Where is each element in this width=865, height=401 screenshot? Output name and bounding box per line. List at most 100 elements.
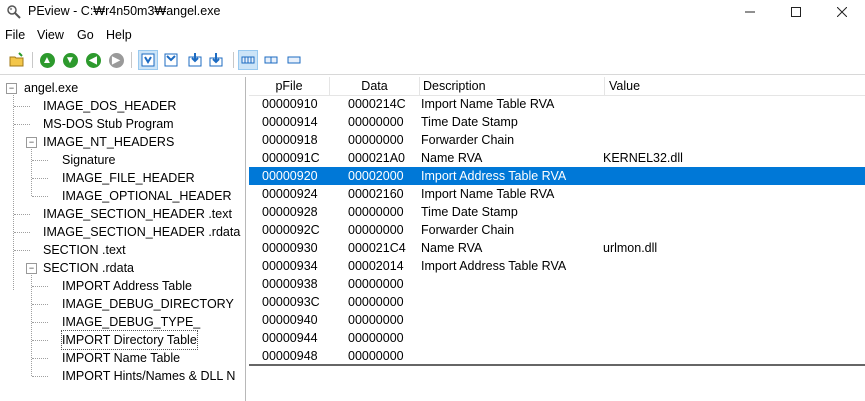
column-header-description[interactable]: Description (420, 77, 605, 95)
cell-data: 00002000 (348, 169, 404, 183)
cell-pfile: 00000920 (262, 169, 318, 183)
cell-pfile: 00000930 (262, 241, 318, 255)
table-row[interactable]: 00000924 00002160 Import Name Table RVA (249, 185, 865, 203)
back-icon[interactable]: ▲ (38, 51, 56, 69)
table-row[interactable]: 00000910 0000214C Import Name Table RVA (249, 95, 865, 113)
cell-pfile: 00000938 (262, 277, 318, 291)
column-header-pfile[interactable]: pFile (249, 77, 330, 95)
table-row-selected[interactable]: 00000920 00002000 Import Address Table R… (249, 167, 865, 185)
cell-data: 00000000 (348, 223, 404, 237)
menu-bar: File View Go Help (0, 26, 865, 46)
table-row[interactable]: 00000930 000021C4 Name RVA urlmon.dll (249, 239, 865, 257)
tree-line (14, 124, 30, 125)
cell-value: KERNEL32.dll (603, 151, 683, 165)
table-row[interactable]: 00000940 00000000 (249, 311, 865, 329)
cell-description: Forwarder Chain (421, 223, 515, 237)
cell-value: urlmon.dll (603, 241, 658, 255)
maximize-button[interactable] (773, 0, 819, 24)
tree-line (32, 376, 48, 377)
cell-pfile: 00000948 (262, 349, 318, 363)
menu-go[interactable]: Go (77, 28, 94, 42)
app-magnifier-icon[interactable] (6, 4, 22, 20)
collapse-icon[interactable]: − (6, 83, 17, 94)
view-dword-icon[interactable] (186, 51, 204, 69)
cell-pfile: 00000924 (262, 187, 318, 201)
tree-item-label: IMAGE_SECTION_HEADER .rdata (43, 225, 241, 239)
tree-item-label: angel.exe (24, 81, 79, 95)
tree-item-label: IMAGE_FILE_HEADER (62, 171, 195, 185)
tree-line (32, 304, 48, 305)
tree-line (32, 322, 48, 323)
cell-description: Import Address Table RVA (421, 259, 567, 273)
details-list[interactable]: pFile Data Description Value 00000910 00… (249, 77, 865, 401)
open-icon[interactable] (8, 51, 26, 69)
view-save-icon[interactable] (207, 51, 225, 69)
next-icon[interactable]: ▶ (107, 51, 125, 69)
tree-line (14, 214, 30, 215)
tree-line (32, 196, 48, 197)
toolbar-separator (32, 52, 33, 68)
tree-line (32, 160, 48, 161)
minimize-button[interactable] (727, 0, 773, 24)
view-word-icon[interactable] (162, 51, 180, 69)
table-row[interactable]: 00000934 00002014 Import Address Table R… (249, 257, 865, 275)
cell-pfile: 00000914 (262, 115, 318, 129)
cell-description: Import Name Table RVA (421, 187, 555, 201)
tree-item-label: Signature (62, 153, 116, 167)
tree-line (32, 286, 48, 287)
cell-pfile: 0000092C (262, 223, 320, 237)
table-row[interactable]: 00000938 00000000 (249, 275, 865, 293)
close-button[interactable] (819, 0, 865, 24)
toolbar: ▲ ▼ ◀ ▶ (0, 46, 865, 75)
cell-data: 00000000 (348, 277, 404, 291)
tree-item-label: IMAGE_SECTION_HEADER .text (43, 207, 232, 221)
table-row[interactable]: 00000914 00000000 Time Date Stamp (249, 113, 865, 131)
view-byte-icon[interactable] (138, 50, 158, 70)
window-title: PEview - C:₩r4n50m3₩angel.exe (28, 4, 221, 18)
column-header-value[interactable]: Value (606, 77, 865, 95)
view-small-icon[interactable] (285, 51, 303, 69)
table-row[interactable]: 0000093C 00000000 (249, 293, 865, 311)
table-row[interactable]: 00000928 00000000 Time Date Stamp (249, 203, 865, 221)
forward-icon[interactable]: ▼ (61, 51, 79, 69)
collapse-icon[interactable]: − (26, 263, 37, 274)
cell-pfile: 00000944 (262, 331, 318, 345)
table-row[interactable]: 0000092C 00000000 Forwarder Chain (249, 221, 865, 239)
view-list-icon[interactable] (238, 50, 258, 70)
cell-data: 00000000 (348, 133, 404, 147)
column-header-data[interactable]: Data (330, 77, 420, 95)
cell-pfile: 00000940 (262, 313, 318, 327)
menu-help[interactable]: Help (106, 28, 132, 42)
tree-item-label: MS-DOS Stub Program (43, 117, 174, 131)
cell-description: Import Name Table RVA (421, 97, 555, 111)
cell-data: 0000214C (348, 97, 406, 111)
cell-description: Time Date Stamp (421, 115, 518, 129)
tree-item-label: IMPORT Address Table (62, 279, 192, 293)
cell-data: 00002160 (348, 187, 404, 201)
cell-description: Time Date Stamp (421, 205, 518, 219)
table-row[interactable]: 00000918 00000000 Forwarder Chain (249, 131, 865, 149)
tree-line (14, 250, 30, 251)
cell-pfile: 00000910 (262, 97, 318, 111)
tree-pane[interactable]: − angel.exe IMAGE_DOS_HEADER MS-DOS Stub… (2, 77, 246, 401)
tree-item-label: IMPORT Directory Table (61, 330, 198, 350)
view-tile-icon[interactable] (262, 51, 280, 69)
title-bar: PEview - C:₩r4n50m3₩angel.exe (0, 0, 865, 24)
cell-data: 00000000 (348, 295, 404, 309)
tree-item-label: IMPORT Name Table (62, 351, 181, 365)
table-row[interactable]: 00000948 00000000 (249, 347, 865, 365)
tree-item-label: SECTION .text (43, 243, 126, 257)
cell-pfile: 00000928 (262, 205, 318, 219)
cell-description: Forwarder Chain (421, 133, 515, 147)
collapse-icon[interactable]: − (26, 137, 37, 148)
up-icon[interactable]: ◀ (84, 51, 102, 69)
menu-view[interactable]: View (37, 28, 64, 42)
cell-pfile: 0000091C (262, 151, 320, 165)
table-row[interactable]: 0000091C 000021A0 Name RVA KERNEL32.dll (249, 149, 865, 167)
cell-data: 00000000 (348, 205, 404, 219)
menu-file[interactable]: File (5, 28, 25, 42)
table-row[interactable]: 00000944 00000000 (249, 329, 865, 347)
tree-item-label: IMPORT Hints/Names & DLL N (62, 369, 236, 383)
cell-pfile: 0000093C (262, 295, 320, 309)
tree-item-label: SECTION .rdata (43, 261, 134, 275)
